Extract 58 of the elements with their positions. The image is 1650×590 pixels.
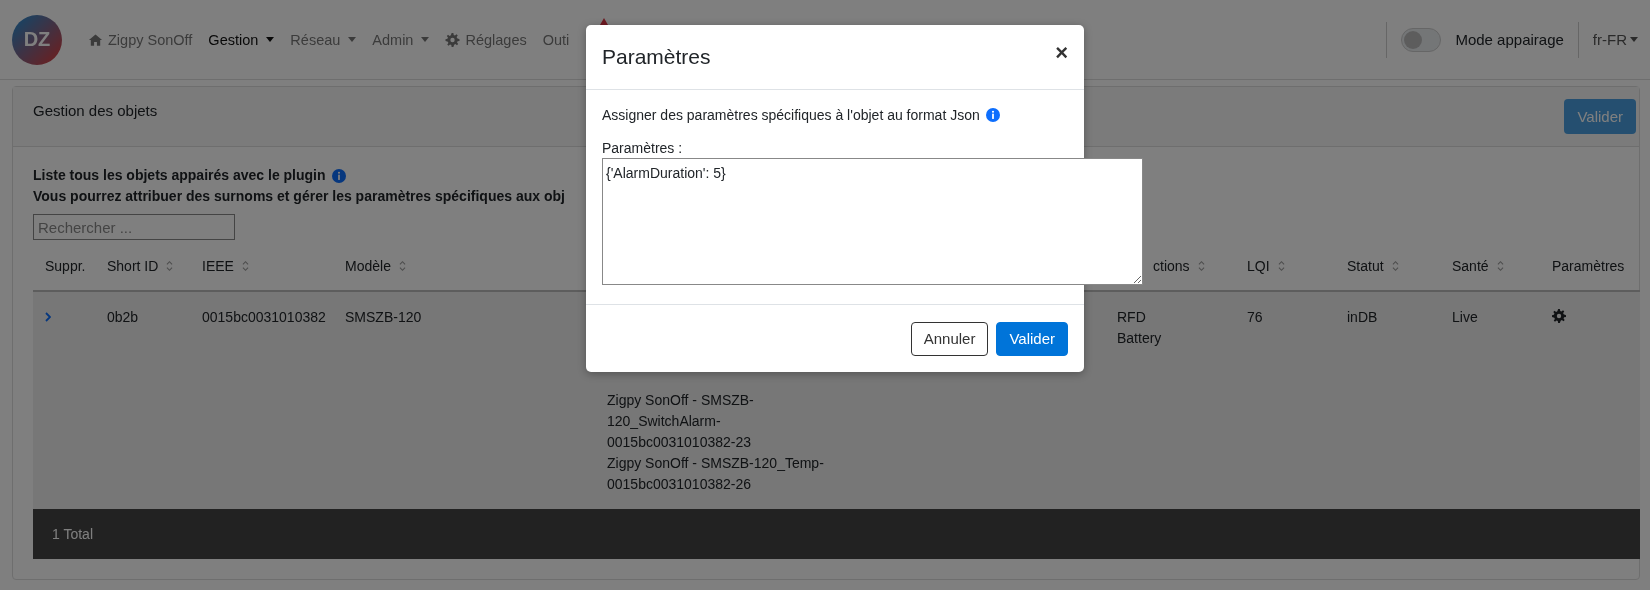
caret-icon[interactable] <box>266 37 275 42</box>
column-header[interactable]: Paramètres <box>1552 258 1625 274</box>
toggle-switch[interactable] <box>1401 27 1442 52</box>
table-cell-text: Battery <box>1117 329 1162 348</box>
column-header[interactable]: Statut <box>1347 258 1384 274</box>
nav-link[interactable]: Zigpy SonOff <box>88 31 193 48</box>
intro-text: Liste tous les objets appairés avec le plugin <box>33 166 326 185</box>
modal-description: Assigner des paramètres spécifiques à l'objet au format Json <box>602 107 980 123</box>
table-cell: Live <box>1452 309 1478 325</box>
table-cell: 0015bc0031010382 <box>202 309 326 325</box>
modal-title: Paramètres <box>602 45 711 69</box>
close-button[interactable]: × <box>1055 40 1068 66</box>
nav-link[interactable]: Réseau <box>290 31 357 48</box>
table-cell-text: RFD <box>1117 308 1146 327</box>
table-cell: inDB <box>1347 309 1378 325</box>
table-cell: 0b2b <box>107 309 139 325</box>
parameters-field[interactable]: {'AlarmDuration': 5} <box>602 158 1143 285</box>
validate-button[interactable]: Valider <box>996 321 1068 356</box>
intro-text: Vous pourrez attribuer des surnoms et gérer les paramètres spécifiques aux obj <box>33 187 565 206</box>
toggle-label: Mode appairage <box>1455 31 1564 48</box>
column-header[interactable]: Short ID <box>107 258 159 274</box>
column-header[interactable]: Suppr. <box>45 258 86 274</box>
column-header[interactable]: Santé <box>1452 258 1489 274</box>
table-cell-text: Zigpy SonOff - SMSZB-120_Temp-0015bc0031010382-26 <box>607 454 825 494</box>
nav-link[interactable]: Gestion <box>208 31 275 48</box>
column-header[interactable]: ctions <box>1153 258 1190 274</box>
caret-icon[interactable] <box>348 37 357 42</box>
search-field[interactable]: Rechercher ... <box>33 214 235 240</box>
sort-icon[interactable] <box>398 260 406 272</box>
logo[interactable]: DZ <box>12 14 62 65</box>
caret-icon[interactable] <box>421 37 430 42</box>
sort-icon[interactable] <box>1277 260 1285 272</box>
nav-link[interactable]: Outi <box>542 31 570 48</box>
field-label: Paramètres : <box>602 140 684 156</box>
column-header[interactable]: LQI <box>1247 258 1270 274</box>
info-icon[interactable] <box>331 168 346 183</box>
sort-icon[interactable] <box>1197 260 1205 272</box>
nav-link[interactable]: Réglages <box>445 31 527 48</box>
sort-icon[interactable] <box>1391 260 1399 272</box>
total-count: 1 Total <box>52 526 93 542</box>
sort-icon[interactable] <box>241 260 249 272</box>
cancel-button[interactable]: Annuler <box>910 321 989 356</box>
table-cell-text: Zigpy SonOff - SMSZB-120_SwitchAlarm-0015bc0031010382-23 <box>607 391 755 452</box>
sort-icon[interactable] <box>1496 260 1504 272</box>
table-cell: SMSZB-120 <box>345 309 422 325</box>
column-header[interactable]: Modèle <box>345 258 391 274</box>
settings-icon[interactable] <box>1552 309 1566 323</box>
caret-icon[interactable] <box>1630 37 1638 42</box>
gear-icon[interactable] <box>445 32 461 47</box>
table-cell: 76 <box>1247 309 1263 325</box>
home-icon[interactable] <box>88 32 103 47</box>
column-header[interactable]: IEEE <box>202 258 234 274</box>
expand-icon[interactable] <box>45 312 51 322</box>
nav-link[interactable]: Admin <box>372 31 430 48</box>
sort-icon[interactable] <box>166 260 174 272</box>
language-dropdown[interactable]: fr-FR <box>1592 31 1638 48</box>
card-title: Gestion des objets <box>33 102 158 119</box>
info-icon[interactable] <box>985 108 1000 122</box>
